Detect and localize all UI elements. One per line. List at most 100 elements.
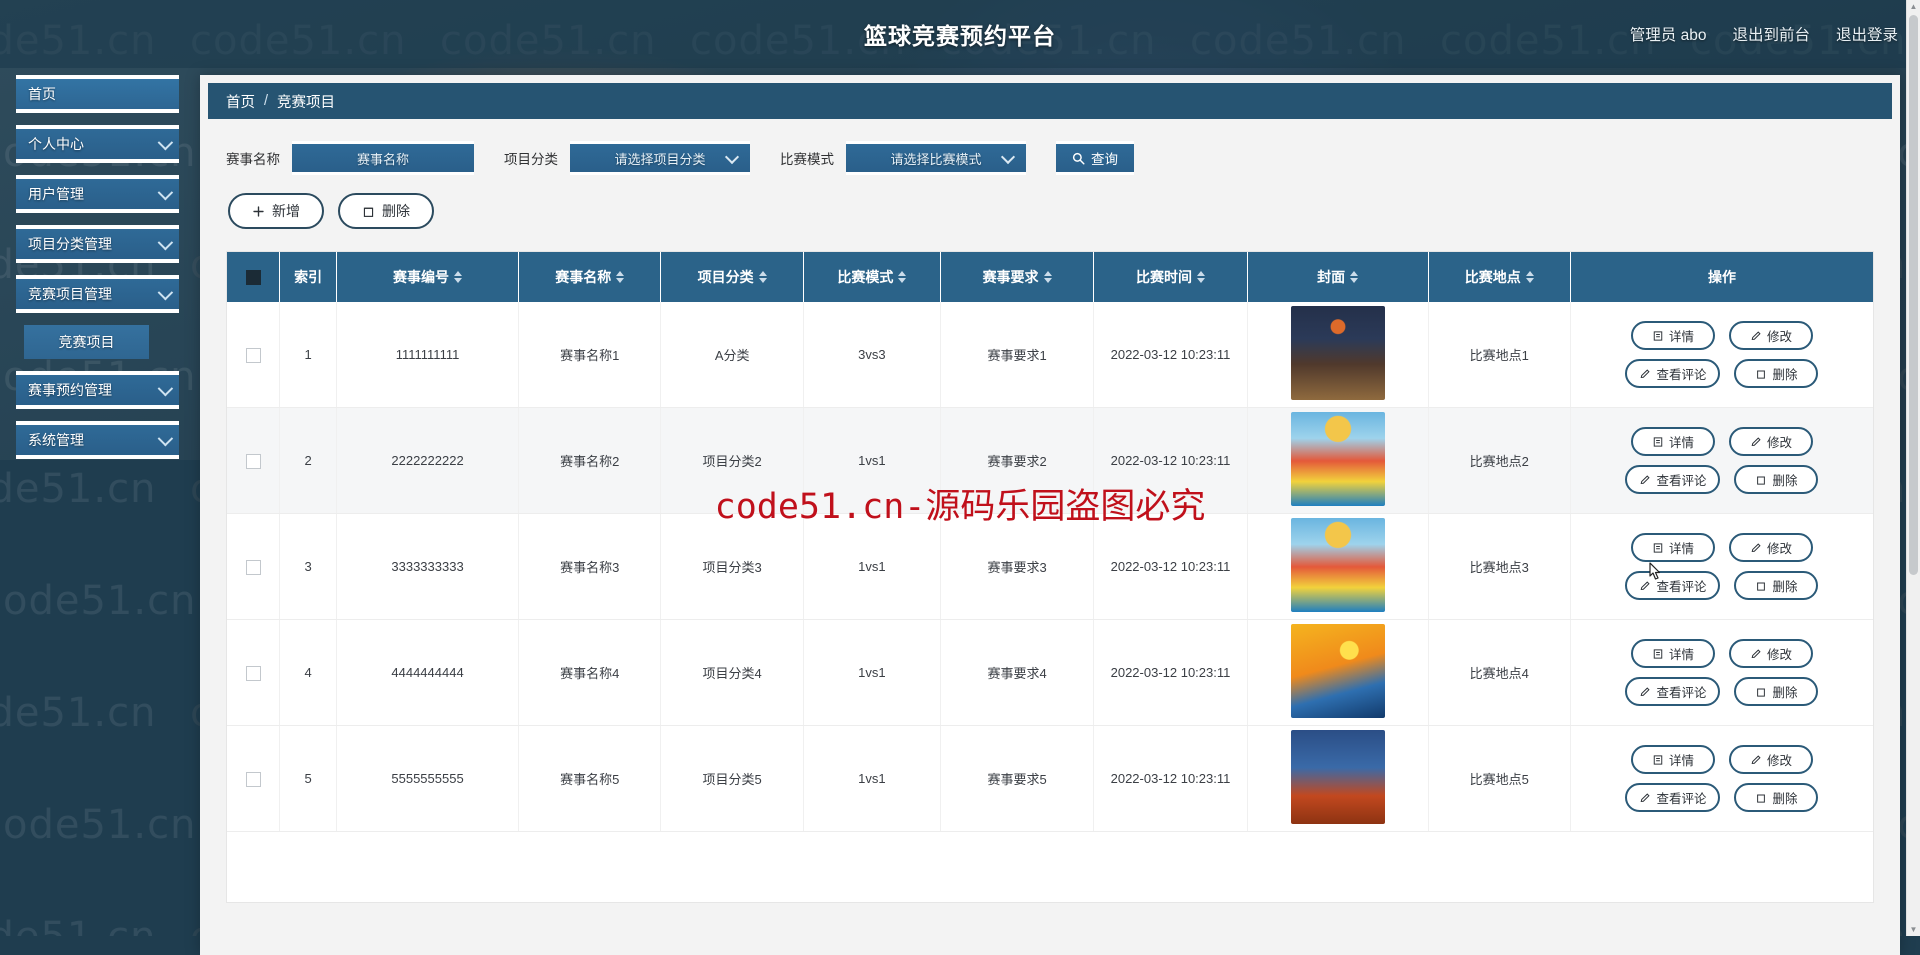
column-header-mode[interactable]: 比赛模式 xyxy=(803,252,941,302)
sort-icon[interactable] xyxy=(1043,271,1052,283)
row-checkbox[interactable] xyxy=(245,665,261,681)
cell-code: 2222222222 xyxy=(336,407,519,514)
sort-icon[interactable] xyxy=(758,271,767,283)
logout-link[interactable]: 退出登录 xyxy=(1836,23,1898,45)
sidebar-item-personal-center[interactable]: 个人中心 xyxy=(16,125,179,163)
sidebar-item-system-management[interactable]: 系统管理 xyxy=(16,421,179,459)
chevron-down-icon xyxy=(1000,149,1016,165)
detail-button[interactable]: 详情 xyxy=(1630,745,1715,774)
column-header-code[interactable]: 赛事编号 xyxy=(336,252,519,302)
breadcrumb-home[interactable]: 首页 xyxy=(226,91,255,112)
chevron-down-icon xyxy=(157,430,174,447)
scrollbar-thumb[interactable] xyxy=(1909,15,1918,575)
row-delete-button-label: 删除 xyxy=(1772,368,1798,382)
edit-button-label: 修改 xyxy=(1766,754,1792,768)
sidebar-subitem-competition-project[interactable]: 竞赛项目 xyxy=(24,325,149,359)
row-select-cell xyxy=(227,407,281,514)
detail-button[interactable]: 详情 xyxy=(1630,427,1715,456)
vertical-scrollbar[interactable]: ▲ ▼ xyxy=(1906,0,1920,936)
column-header-cover[interactable]: 封面 xyxy=(1247,252,1429,302)
chevron-down-icon xyxy=(157,234,174,251)
table-row[interactable]: 3 3333333333 赛事名称3 项目分类3 1vs1 赛事要求3 2022-03-12… xyxy=(227,513,1873,620)
breadcrumb: 首页 / 竞赛项目 xyxy=(208,83,1892,119)
row-delete-button[interactable]: 删除 xyxy=(1734,359,1819,388)
view-comment-button[interactable]: 查看评论 xyxy=(1625,571,1721,600)
watermark-tile: code51.cn xyxy=(0,578,197,624)
exit-to-front-link[interactable]: 退出到前台 xyxy=(1732,23,1810,45)
sort-icon[interactable] xyxy=(1525,271,1534,283)
edit-button[interactable]: 修改 xyxy=(1728,639,1813,668)
edit-button[interactable]: 修改 xyxy=(1728,321,1813,350)
sort-icon[interactable] xyxy=(1350,271,1359,283)
sidebar-item-category-management[interactable]: 项目分类管理 xyxy=(16,225,179,263)
delete-button[interactable]: 删除 xyxy=(338,193,434,229)
sidebar: 首页 个人中心 用户管理 项目分类管理 竞赛项目管理 竞赛项目 赛事预约管理 系… xyxy=(16,75,179,471)
watermark-tile: code51.cn xyxy=(0,914,156,936)
cover-image[interactable] xyxy=(1290,412,1385,506)
sidebar-item-home[interactable]: 首页 xyxy=(16,75,179,113)
view-comment-button[interactable]: 查看评论 xyxy=(1625,677,1721,706)
edit-button-label: 修改 xyxy=(1766,542,1792,556)
sort-icon[interactable] xyxy=(616,271,625,283)
breadcrumb-current: 竞赛项目 xyxy=(277,94,336,111)
view-comment-button[interactable]: 查看评论 xyxy=(1625,465,1721,494)
row-delete-button[interactable]: 删除 xyxy=(1734,571,1819,600)
cell-time: 2022-03-12 10:23:11 xyxy=(1093,407,1248,514)
cell-name: 赛事名称1 xyxy=(518,302,662,408)
view-comment-button[interactable]: 查看评论 xyxy=(1625,783,1721,812)
sort-icon[interactable] xyxy=(1196,271,1205,283)
row-delete-button[interactable]: 删除 xyxy=(1734,465,1819,494)
row-checkbox[interactable] xyxy=(245,771,261,787)
table-row[interactable]: 2 2222222222 赛事名称2 项目分类2 1vs1 赛事要求2 2022-03-12… xyxy=(227,407,1873,514)
cell-operations: 详情 修改 查看评论 删除 xyxy=(1570,302,1873,408)
table-row[interactable]: 5 5555555555 赛事名称5 项目分类5 1vs1 赛事要求5 2022-03-12… xyxy=(227,725,1873,832)
edit-button[interactable]: 修改 xyxy=(1728,745,1813,774)
edit-button[interactable]: 修改 xyxy=(1728,427,1813,456)
sort-icon[interactable] xyxy=(454,271,463,283)
sidebar-item-competition-management[interactable]: 竞赛项目管理 xyxy=(16,275,179,313)
view-comment-button-label: 查看评论 xyxy=(1656,580,1707,594)
column-header-requirement[interactable]: 赛事要求 xyxy=(940,252,1095,302)
query-button[interactable]: 查询 xyxy=(1056,141,1134,175)
row-checkbox[interactable] xyxy=(245,559,261,575)
table-row[interactable]: 1 1111111111 赛事名称1 A分类 3vs3 赛事要求1 2022-03-12 1… xyxy=(227,302,1873,408)
table-row[interactable]: 4 4444444444 赛事名称4 项目分类4 1vs1 赛事要求4 2022-03-12… xyxy=(227,619,1873,726)
scroll-up-arrow[interactable]: ▲ xyxy=(1907,0,1920,13)
row-checkbox[interactable] xyxy=(245,347,261,363)
detail-button[interactable]: 详情 xyxy=(1630,533,1715,562)
edit-button[interactable]: 修改 xyxy=(1728,533,1813,562)
select-all-cell xyxy=(227,252,281,302)
cover-image[interactable] xyxy=(1290,518,1385,612)
add-button[interactable]: 新增 xyxy=(228,193,324,229)
category-select[interactable]: 请选择项目分类 xyxy=(570,141,750,175)
scroll-down-arrow[interactable]: ▼ xyxy=(1907,923,1920,936)
sidebar-item-user-management[interactable]: 用户管理 xyxy=(16,175,179,213)
cover-image[interactable] xyxy=(1290,624,1385,718)
column-label: 赛事名称 xyxy=(555,269,612,285)
sidebar-item-booking-management[interactable]: 赛事预约管理 xyxy=(16,371,179,409)
row-delete-button[interactable]: 删除 xyxy=(1734,677,1819,706)
detail-button[interactable]: 详情 xyxy=(1630,639,1715,668)
row-delete-button[interactable]: 删除 xyxy=(1734,783,1819,812)
select-all-checkbox[interactable] xyxy=(245,270,261,286)
mode-select[interactable]: 请选择比赛模式 xyxy=(846,141,1026,175)
row-checkbox[interactable] xyxy=(245,453,261,469)
edit-button-label: 修改 xyxy=(1766,648,1792,662)
cover-image[interactable] xyxy=(1290,730,1385,824)
cell-mode: 1vs1 xyxy=(803,619,941,726)
cell-place: 比赛地点4 xyxy=(1428,619,1571,726)
cell-cover xyxy=(1247,513,1429,620)
column-header-time[interactable]: 比赛时间 xyxy=(1093,252,1248,302)
event-name-input[interactable]: 赛事名称 xyxy=(292,141,474,175)
document-icon xyxy=(1653,330,1663,341)
detail-button[interactable]: 详情 xyxy=(1630,321,1715,350)
search-icon xyxy=(1072,152,1085,165)
sort-icon[interactable] xyxy=(898,271,907,283)
view-comment-button[interactable]: 查看评论 xyxy=(1625,359,1721,388)
cover-image[interactable] xyxy=(1290,306,1385,400)
table-body: 1 1111111111 赛事名称1 A分类 3vs3 赛事要求1 2022-03-12 1… xyxy=(227,302,1873,832)
column-header-category[interactable]: 项目分类 xyxy=(660,252,804,302)
column-header-name[interactable]: 赛事名称 xyxy=(518,252,662,302)
column-header-place[interactable]: 比赛地点 xyxy=(1428,252,1571,302)
document-icon xyxy=(1653,542,1663,553)
